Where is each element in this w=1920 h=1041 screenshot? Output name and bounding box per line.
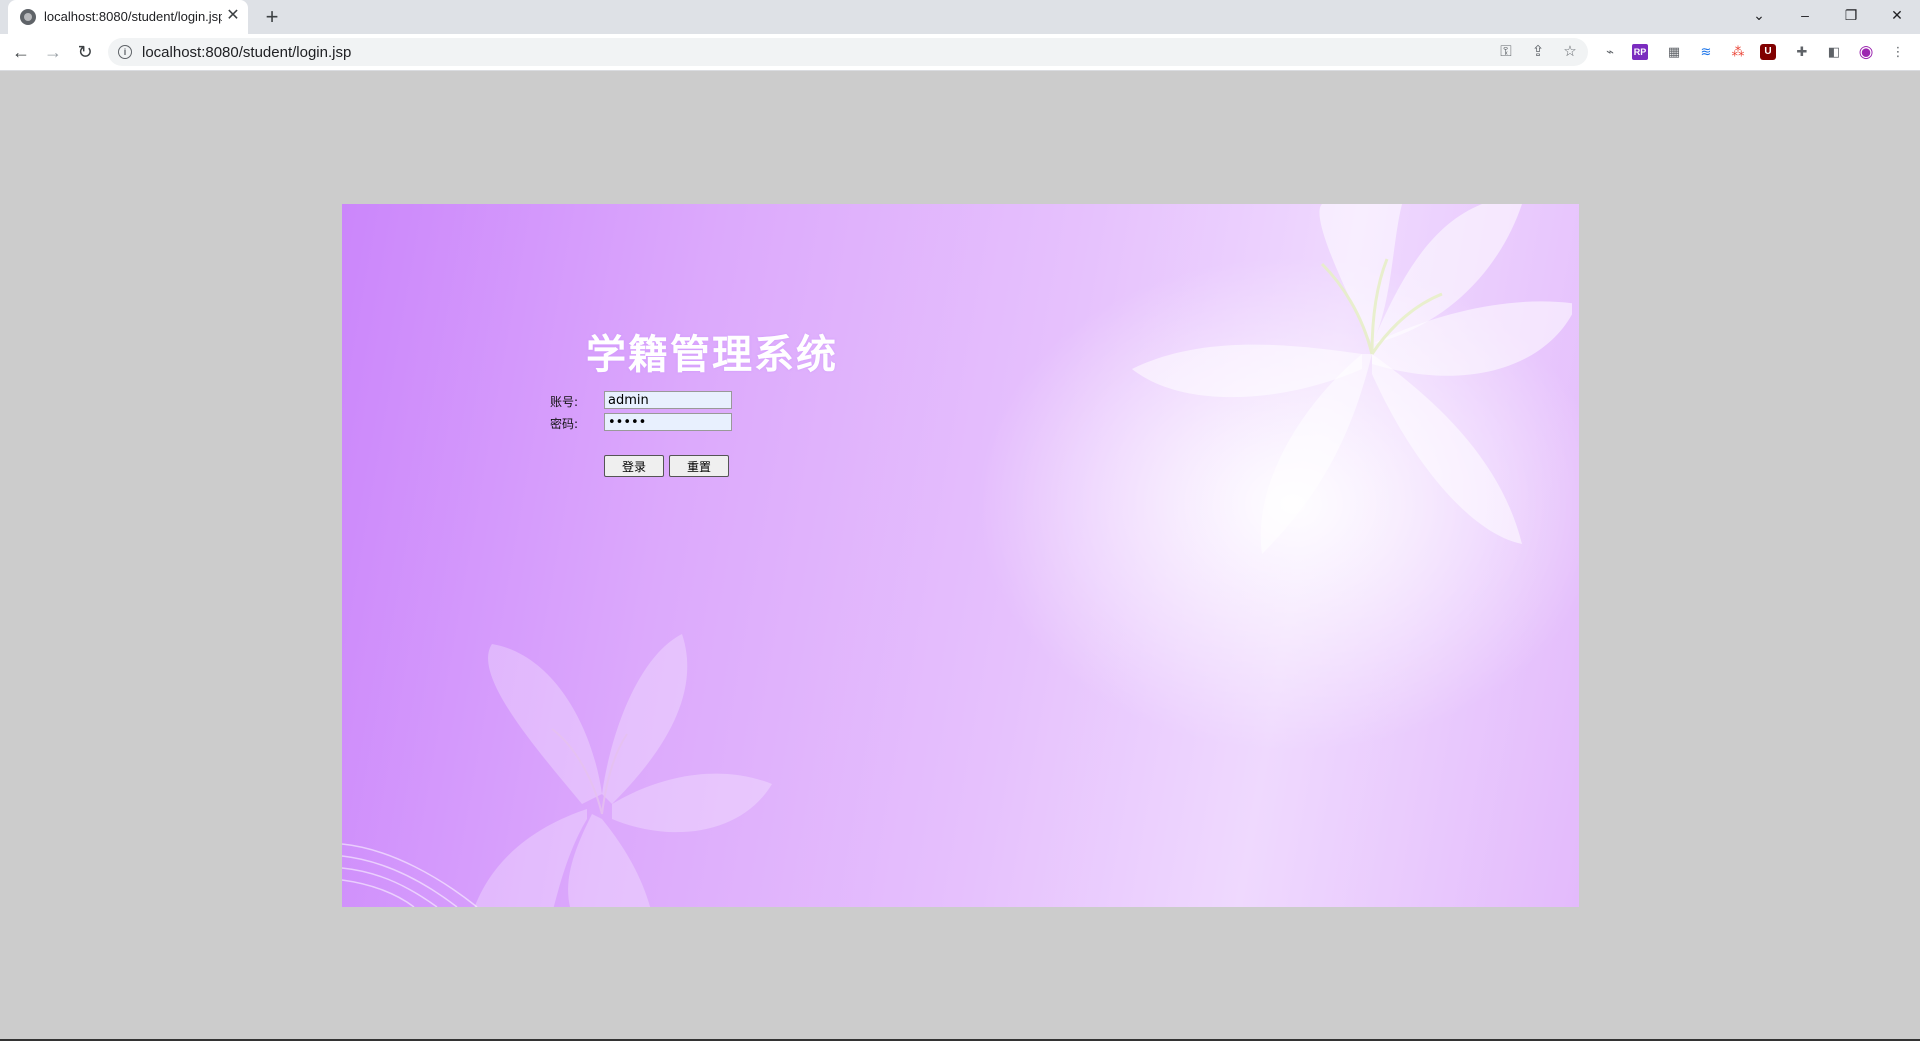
globe-icon — [20, 9, 36, 25]
browser-toolbar: ← → ↻ i localhost:8080/student/login.jsp… — [0, 34, 1920, 71]
tab-search-icon[interactable]: ⌄ — [1736, 0, 1782, 30]
lily-flower-bottom-image — [474, 634, 772, 907]
forward-button[interactable]: → — [40, 39, 66, 65]
lily-flower-top-image — [1132, 204, 1572, 554]
profile-avatar[interactable]: ◉ — [1856, 42, 1876, 62]
reset-button[interactable]: 重置 — [669, 455, 729, 477]
key-icon[interactable]: ⚿ — [1496, 42, 1516, 62]
login-panel: 学籍管理系统 账号: 密码: 登录 重置 — [342, 204, 1579, 907]
ublock-icon[interactable]: U — [1760, 44, 1776, 60]
extension-blue-icon[interactable]: ≋ — [1696, 42, 1716, 62]
share-icon[interactable]: ⇪ — [1528, 42, 1548, 62]
tab-close-icon[interactable]: ✕ — [224, 7, 242, 25]
menu-icon[interactable]: ⋮ — [1888, 42, 1908, 62]
account-input[interactable] — [604, 391, 732, 409]
address-bar[interactable]: i localhost:8080/student/login.jsp ⚿ ⇪ ☆ — [108, 38, 1588, 66]
tab-title: localhost:8080/student/login.jsp — [44, 9, 222, 24]
close-window-button[interactable]: ✕ — [1874, 0, 1920, 30]
reload-button[interactable]: ↻ — [72, 39, 98, 65]
side-panel-icon[interactable]: ◧ — [1824, 42, 1844, 62]
minimize-button[interactable]: – — [1782, 0, 1828, 30]
account-label: 账号: — [550, 395, 579, 409]
extension-red-icon[interactable]: ⁂ — [1728, 42, 1748, 62]
password-label: 密码: — [550, 417, 579, 431]
decorative-arcs — [342, 843, 478, 907]
browser-tab[interactable]: localhost:8080/student/login.jsp ✕ — [8, 0, 248, 34]
extension-icon[interactable]: ⌁ — [1600, 42, 1620, 62]
extension-grid-icon[interactable]: ▦ — [1664, 42, 1684, 62]
puzzle-icon[interactable]: ✚ — [1792, 42, 1812, 62]
system-title: 学籍管理系统 — [586, 332, 838, 378]
restore-button[interactable]: ❐ — [1828, 0, 1874, 30]
extension-rp-icon[interactable]: RP — [1632, 44, 1648, 60]
new-tab-button[interactable]: + — [260, 5, 284, 29]
tab-strip: localhost:8080/student/login.jsp ✕ + ⌄ –… — [0, 0, 1920, 34]
url-text[interactable]: localhost:8080/student/login.jsp — [142, 44, 351, 61]
site-info-icon[interactable]: i — [118, 45, 132, 59]
password-input[interactable] — [604, 413, 732, 431]
login-button[interactable]: 登录 — [604, 455, 664, 477]
bookmark-star-icon[interactable]: ☆ — [1560, 42, 1580, 62]
back-button[interactable]: ← — [8, 39, 34, 65]
